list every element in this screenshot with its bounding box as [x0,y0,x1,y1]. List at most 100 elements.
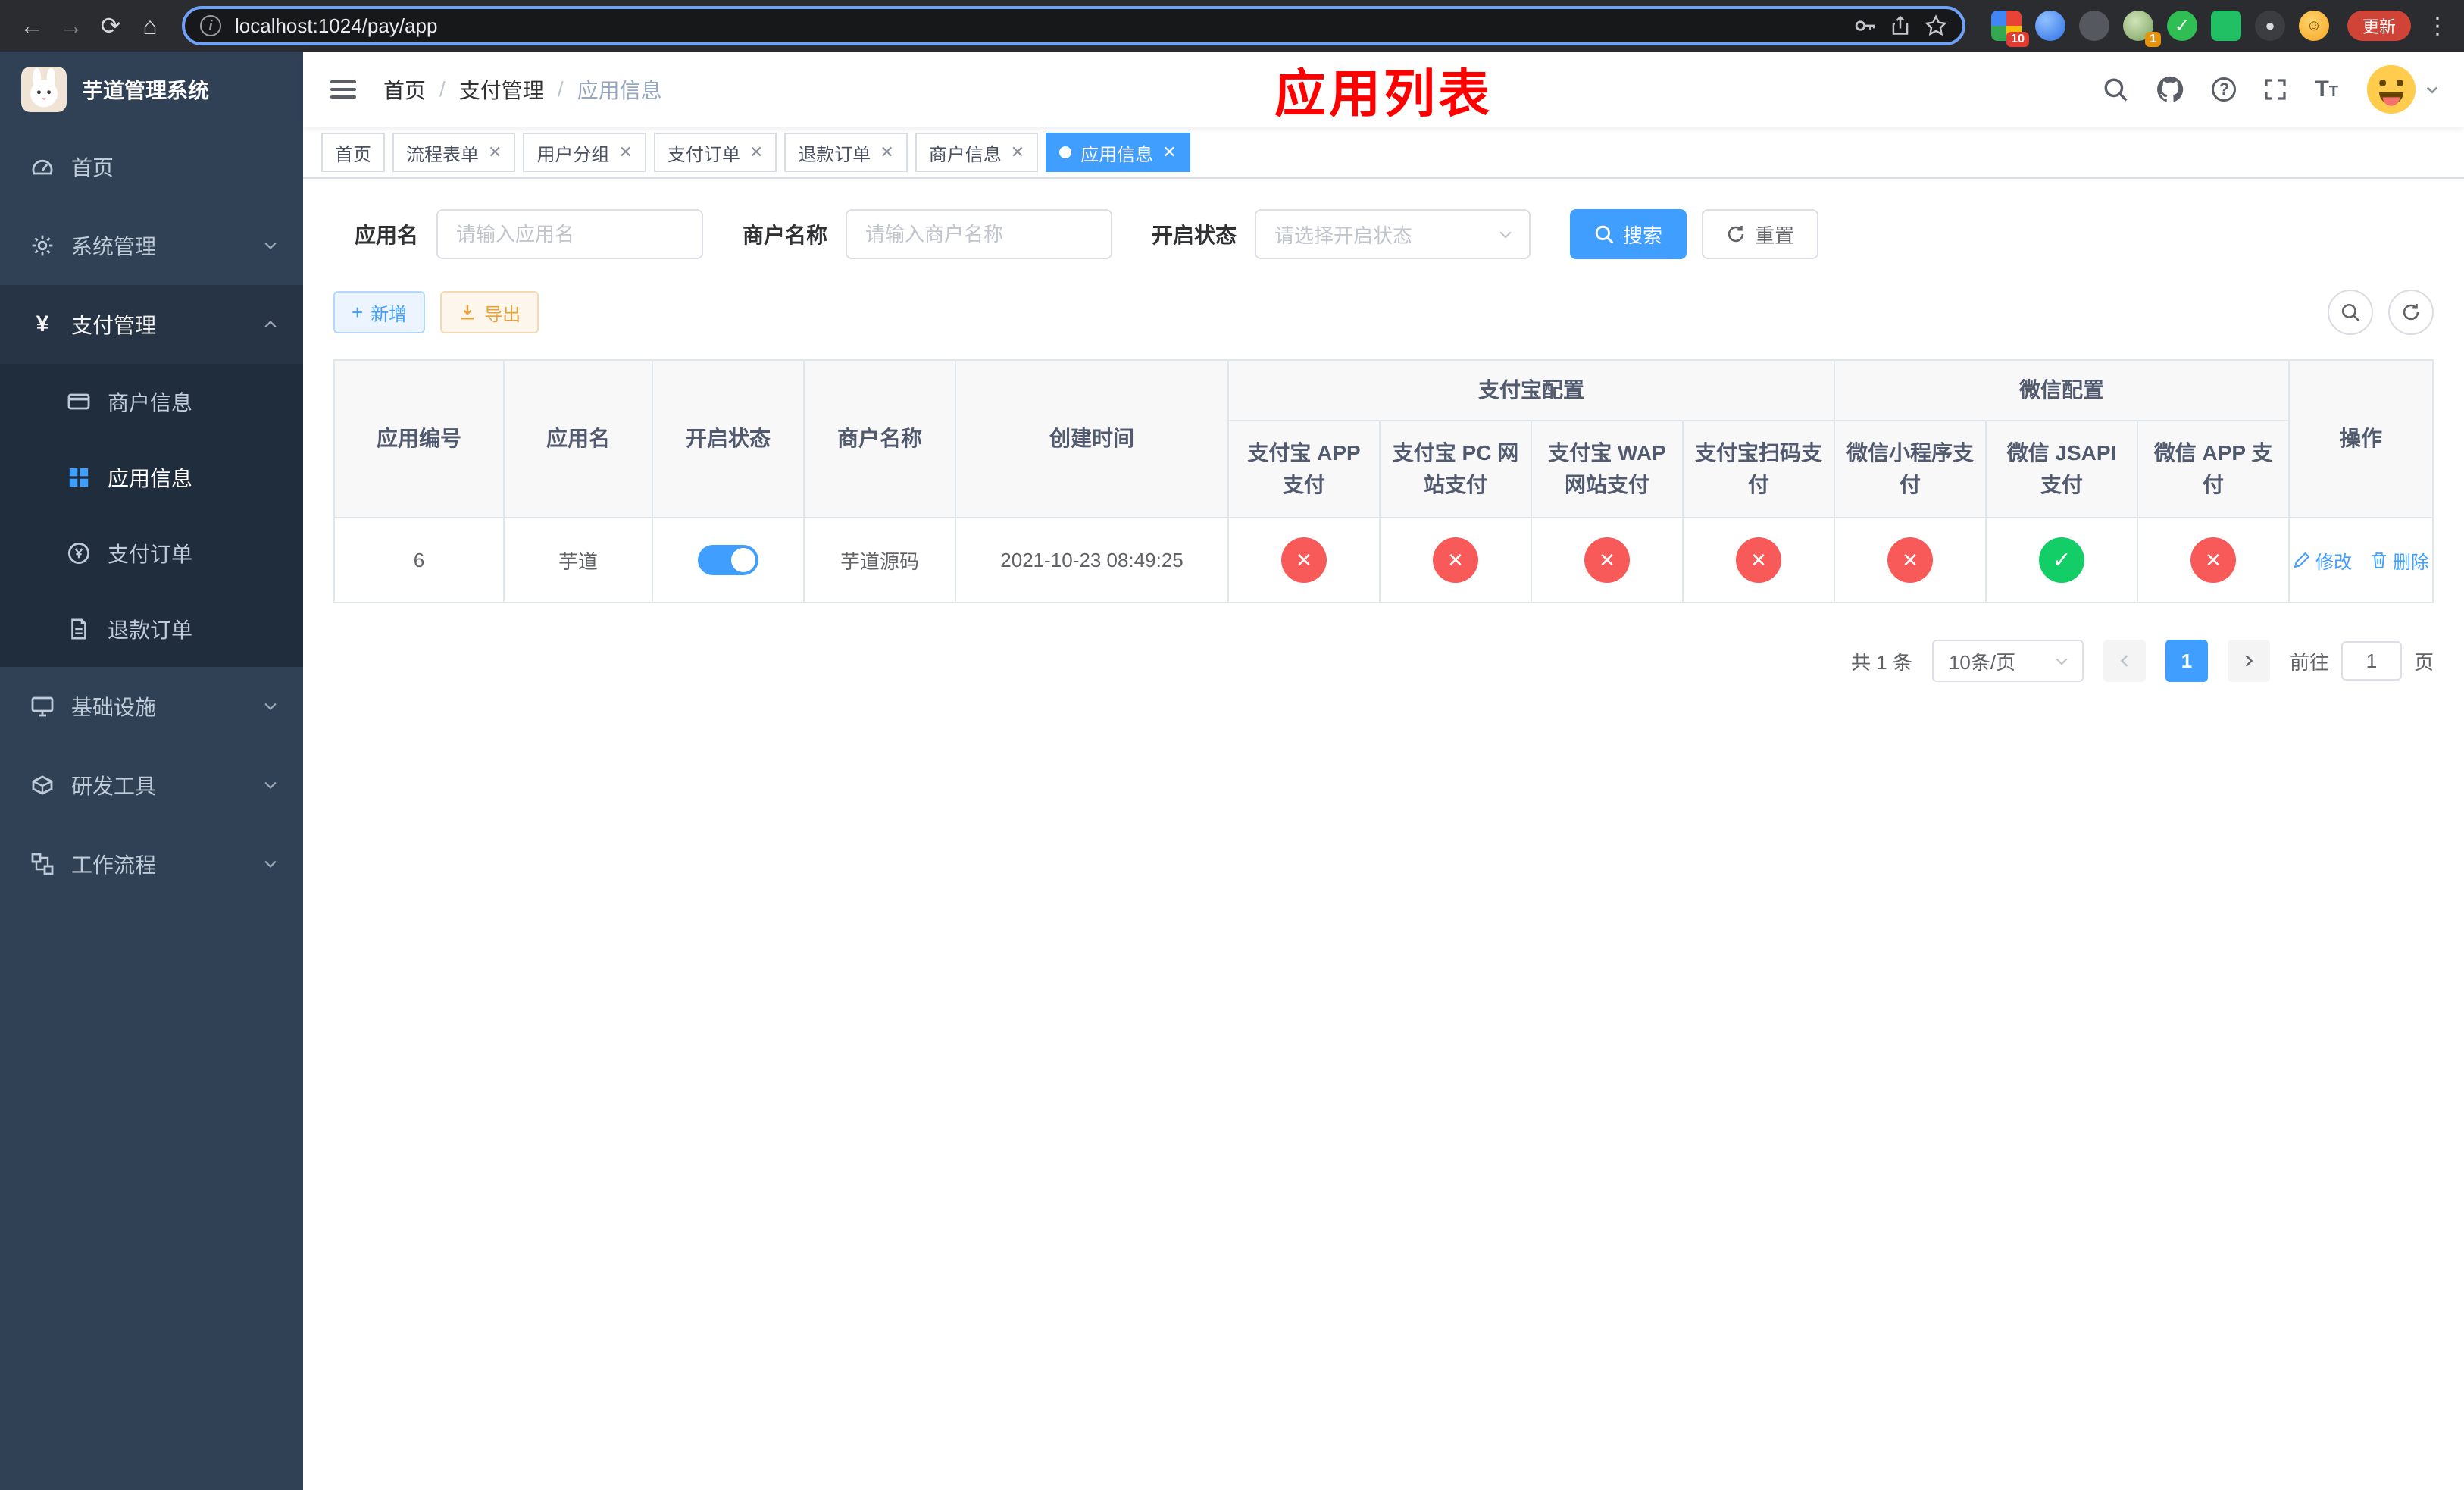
extension-face-icon[interactable]: ☺ [2298,11,2329,41]
tag-app-info[interactable]: 应用信息 ✕ [1046,133,1190,172]
navbar-actions: ? TT [2103,64,2440,115]
reset-button[interactable]: 重置 [1702,209,1819,259]
next-page-button[interactable] [2227,640,2270,682]
tag-merchant-info[interactable]: 商户信息 ✕ [915,133,1039,172]
search-icon[interactable] [2103,77,2128,102]
wx-mini-status-off-icon: ✕ [1887,537,1934,583]
goto-suffix: 页 [2413,650,2434,674]
close-icon[interactable]: ✕ [749,144,763,161]
tag-home[interactable]: 首页 [321,133,385,172]
close-icon[interactable]: ✕ [1011,144,1024,161]
sidebar-item-label: 基础设施 [71,696,157,719]
fullscreen-icon[interactable] [2263,77,2287,102]
plus-icon: + [352,300,364,324]
tag-user-group[interactable]: 用户分组 ✕ [523,133,646,172]
sidebar-item-devtools[interactable]: 研发工具 [0,746,303,825]
col-group-wechat: 微信配置 [1834,359,2290,421]
close-icon[interactable]: ✕ [880,144,893,161]
cell-created: 2021-10-23 08:49:25 [955,517,1229,603]
app-name-input[interactable] [436,209,704,259]
close-icon[interactable]: ✕ [1162,144,1176,161]
current-page-button[interactable]: 1 [2165,640,2208,682]
sidebar-item-infra[interactable]: 基础设施 [0,667,303,746]
font-size-icon[interactable]: TT [2315,77,2338,102]
tag-process-form[interactable]: 流程表单 ✕ [392,133,516,172]
pay-order-icon [67,541,91,565]
app-shell: 芋道管理系统 首页 系统管理 ¥ 支付管理 商户信息 应用信息 支付订单 退款订… [0,52,2464,1490]
key-icon[interactable] [1853,14,1876,37]
bank-card-icon [67,390,91,414]
share-icon[interactable] [1890,15,1911,36]
top-navbar: 首页 / 支付管理 / 应用信息 应用列表 ? T T [303,52,2464,127]
alipay-wap-status-off-icon: ✕ [1584,537,1630,583]
toggle-search-button[interactable] [2328,290,2373,335]
sidebar-item-system[interactable]: 系统管理 [0,206,303,285]
col-header-wx-app: 微信 APP 支付 [2137,420,2290,518]
extension-pin-icon[interactable]: ● [2254,11,2285,41]
edit-button[interactable]: 修改 [2293,547,2352,574]
status-select[interactable]: 请选择开启状态 [1255,209,1531,259]
chevron-down-icon [262,777,279,794]
sidebar-item-merchant-info[interactable]: 商户信息 [0,364,303,440]
breadcrumb-payment[interactable]: 支付管理 [459,74,544,105]
sidebar-item-payment[interactable]: ¥ 支付管理 [0,285,303,364]
alipay-pc-status-off-icon: ✕ [1433,537,1478,583]
goto-page-input[interactable] [2340,641,2402,681]
tag-pay-order[interactable]: 支付订单 ✕ [653,133,777,172]
sidebar-item-workflow[interactable]: 工作流程 [0,825,303,903]
home-icon[interactable]: ⌂ [130,6,170,45]
browser-chrome: ← → ⟳ ⌂ i localhost:1024/pay/app 10 1 ✓ [0,0,2464,52]
export-button[interactable]: 导出 [440,291,539,333]
url-text[interactable]: localhost:1024/pay/app [235,14,1840,38]
page-size-select[interactable]: 10条/页 [1931,640,2084,682]
cell-name: 芋道 [503,517,653,603]
extension-grid-icon[interactable]: 10 [1990,11,2029,47]
github-icon[interactable] [2156,75,2184,104]
profile-badge: 1 [2145,32,2161,47]
back-icon[interactable]: ← [12,6,52,45]
chevron-down-icon [262,856,279,872]
sidebar-item-pay-order[interactable]: 支付订单 [0,515,303,591]
status-toggle[interactable] [698,545,758,575]
bookmark-star-icon[interactable] [1925,14,1947,37]
sidebar-item-refund-order[interactable]: 退款订单 [0,591,303,667]
close-icon[interactable]: ✕ [488,144,502,161]
reload-icon[interactable]: ⟳ [91,6,130,45]
close-icon[interactable]: ✕ [618,144,632,161]
sidebar-toggle-icon[interactable] [327,74,359,105]
filter-form: 应用名 商户名称 开启状态 请选择开启状态 [333,209,2434,259]
tag-refund-order[interactable]: 退款订单 ✕ [784,133,908,172]
address-bar[interactable]: i localhost:1024/pay/app [182,6,1965,45]
extension-avatar-icon[interactable]: 1 [2122,11,2161,47]
sidebar-logo[interactable]: 芋道管理系统 [0,52,303,127]
browser-update-button[interactable]: 更新 [2347,11,2411,41]
app-title: 芋道管理系统 [82,79,210,102]
refresh-button[interactable] [2388,290,2434,335]
extension-check-icon[interactable]: ✓ [2166,11,2197,41]
forward-icon[interactable]: → [52,6,91,45]
gear-icon [30,233,55,258]
screen: ← → ⟳ ⌂ i localhost:1024/pay/app 10 1 ✓ [0,0,2464,1490]
tags-view-bar: 首页 流程表单 ✕ 用户分组 ✕ 支付订单 ✕ 退款订单 ✕ 商户信息 ✕ 应用信息 ✕ [303,127,2464,179]
page-title: 应用列表 [1274,65,1493,124]
merchant-name-input[interactable] [846,209,1113,259]
sidebar-item-label: 支付订单 [108,543,193,566]
logo-avatar [21,67,67,112]
sidebar-item-home[interactable]: 首页 [0,127,303,206]
add-button[interactable]: + 新增 [333,291,426,333]
sidebar-item-app-info[interactable]: 应用信息 [0,440,303,515]
total-count: 共 1 条 [1851,650,1912,674]
site-info-icon[interactable]: i [200,15,221,36]
prev-page-button[interactable] [2103,640,2146,682]
browser-menu-icon[interactable]: ⋮ [2426,13,2449,39]
search-button[interactable]: 搜索 [1570,209,1687,259]
help-icon[interactable]: ? [2212,77,2237,102]
extension-green-square-icon[interactable] [2210,11,2241,41]
breadcrumb-home[interactable]: 首页 [383,74,426,105]
extension-drop-icon[interactable] [2034,11,2065,41]
extension-dark-icon[interactable] [2078,11,2109,41]
user-menu[interactable] [2366,64,2440,115]
sidebar-menu: 首页 系统管理 ¥ 支付管理 商户信息 应用信息 支付订单 退款订单 基础设施 … [0,127,303,903]
status-label: 开启状态 [1152,224,1237,247]
delete-button[interactable]: 删除 [2370,547,2429,574]
